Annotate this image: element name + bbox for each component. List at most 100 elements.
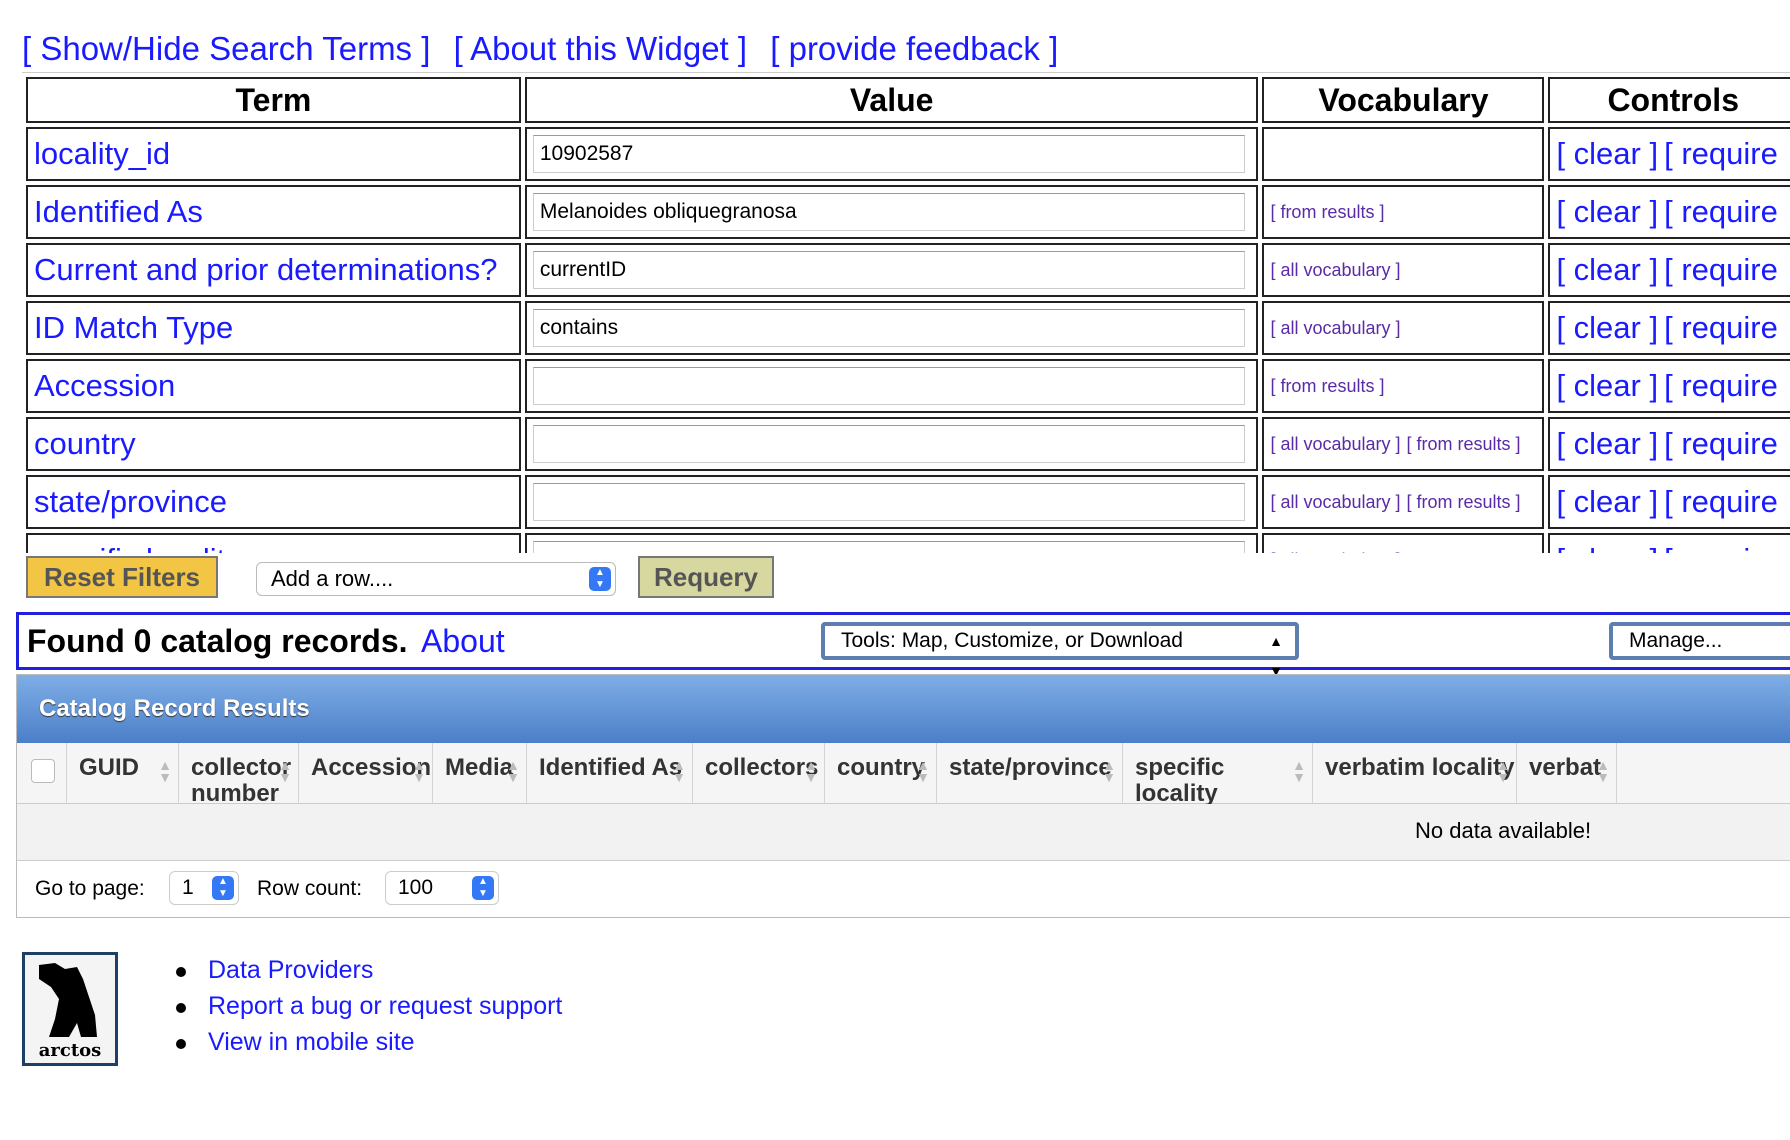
select-arrows-icon: ▲ ▼ [589,567,611,591]
term-value-input[interactable] [532,541,1245,553]
grid-column-header[interactable]: state/province ▲ ▼ [937,743,1123,803]
sort-icon: ▲ ▼ [1292,757,1306,785]
term-link[interactable]: country [34,426,136,461]
search-term-row: locality_id [ clear ][ require [26,127,1790,181]
page-select[interactable]: 1 ▲ ▼ [169,871,239,905]
provide-feedback-link[interactable]: [ provide feedback ] [770,30,1058,67]
sort-icon: ▲ ▼ [804,757,818,785]
term-value-input[interactable] [532,483,1245,521]
requery-button[interactable]: Requery [638,556,774,598]
term-link[interactable]: Identified As [34,194,203,229]
controls-header: Controls [1548,77,1790,123]
add-row-select[interactable]: Add a row.... ▲ ▼ [256,562,616,596]
data-providers-link[interactable]: Data Providers [208,956,373,984]
vocabulary-link[interactable]: [ from results ] [1407,434,1521,454]
grid-column-header[interactable]: specific locality ▲ ▼ [1123,743,1313,807]
term-cell: locality_id [26,127,521,181]
term-link[interactable]: specific locality [34,542,241,553]
require-link[interactable]: [ require [1664,136,1778,171]
vocabulary-link[interactable]: [ from results ] [1407,492,1521,512]
show-hide-search-terms-link[interactable]: [ Show/Hide Search Terms ] [22,30,430,67]
term-link[interactable]: Current and prior determinations? [34,252,498,287]
term-link[interactable]: Accession [34,368,175,403]
term-link[interactable]: locality_id [34,136,170,171]
column-label: specific locality [1135,754,1225,807]
require-link[interactable]: [ require [1664,368,1778,403]
vocabulary-cell: [ all vocabulary ] [ from results ] [1262,475,1545,529]
grid-column-header[interactable]: country ▲ ▼ [825,743,937,803]
grid-column-header[interactable]: Media ▲ ▼ [433,743,527,803]
term-value-input[interactable] [532,251,1245,289]
value-cell [524,475,1259,529]
clear-link[interactable]: [ clear ] [1556,484,1658,519]
footer-link-item: Data Providers [176,956,562,992]
vocabulary-cell: [ all vocabulary ] [1262,301,1545,355]
column-label: Media [445,754,514,781]
grid-column-header[interactable]: Identified As ▲ ▼ [527,743,693,803]
sort-icon: ▲ ▼ [916,757,930,785]
search-term-row: Accession [ from results ] [ clear ][ requ… [26,359,1790,413]
term-link[interactable]: state/province [34,484,227,519]
vocabulary-link[interactable]: [ all vocabulary ] [1270,318,1400,338]
term-value-input[interactable] [532,367,1245,405]
vocabulary-link[interactable]: [ all vocabulary ] [1270,260,1400,280]
results-summary-bar: Found 0 catalog records. About Tools: Ma… [16,612,1790,679]
report-bug-link[interactable]: Report a bug or request support [208,992,562,1020]
manage-select[interactable]: Manage... [1609,622,1790,660]
term-value-input[interactable] [532,309,1245,347]
vocabulary-cell [1262,127,1545,181]
clear-link[interactable]: [ clear ] [1556,194,1658,229]
term-value-input[interactable] [532,135,1245,173]
search-term-row: state/province [ all vocabulary ] [ from r… [26,475,1790,529]
vocabulary-link[interactable]: [ from results ] [1270,202,1384,222]
sort-icon: ▲ ▼ [278,757,292,785]
grid-column-header[interactable]: verbatim locality ▲ ▼ [1313,743,1517,803]
term-link[interactable]: ID Match Type [34,310,233,345]
grid-column-header[interactable]: collectors ▲ ▼ [693,743,825,803]
mobile-site-link[interactable]: View in mobile site [208,1028,415,1056]
clear-link[interactable]: [ clear ] [1556,368,1658,403]
require-link[interactable]: [ require [1664,252,1778,287]
vocabulary-link[interactable]: [ from results ] [1270,376,1384,396]
clear-link[interactable]: [ clear ] [1556,136,1658,171]
value-header: Value [524,77,1259,123]
require-link[interactable]: [ require [1664,484,1778,519]
term-value-input[interactable] [532,193,1245,231]
controls-cell: [ clear ][ require [1548,475,1790,529]
controls-cell: [ clear ][ require [1548,301,1790,355]
controls-cell: [ clear ][ require [1548,359,1790,413]
select-all-checkbox[interactable] [31,759,55,783]
search-term-row: ID Match Type [ all vocabulary ] [ clear ]… [26,301,1790,355]
tools-select[interactable]: Tools: Map, Customize, or Download ▲ ▼ [821,622,1299,679]
clear-link[interactable]: [ clear ] [1556,310,1658,345]
sort-icon: ▲ ▼ [412,757,426,785]
add-row-select-value: Add a row.... [271,566,394,591]
column-label: Identified As [539,754,683,781]
vocabulary-link[interactable]: [ all vocabulary ] [1270,550,1400,554]
found-records-text: Found 0 catalog records. [27,623,408,659]
sort-icon: ▲ ▼ [1496,757,1510,785]
controls-cell: [ clear ][ require [1548,127,1790,181]
arctos-logo[interactable]: arctos [22,952,118,1066]
require-link[interactable]: [ require [1664,310,1778,345]
require-link[interactable]: [ require [1664,542,1778,553]
vocabulary-link[interactable]: [ all vocabulary ] [1270,434,1400,454]
about-results-link[interactable]: About [421,623,505,660]
grid-column-header[interactable]: Accession ▲ ▼ [299,743,433,803]
clear-link[interactable]: [ clear ] [1556,542,1658,553]
grid-column-header[interactable]: GUID ▲ ▼ [67,743,179,803]
row-count-select[interactable]: 100 ▲ ▼ [385,871,499,905]
arctos-logo-text: arctos [38,1040,102,1061]
about-widget-link[interactable]: [ About this Widget ] [454,30,748,67]
grid-column-header[interactable]: collector number ▲ ▼ [179,743,299,807]
require-link[interactable]: [ require [1664,426,1778,461]
clear-link[interactable]: [ clear ] [1556,252,1658,287]
vocabulary-cell: [ all vocabulary ] [1262,533,1545,554]
grid-column-header[interactable]: verbat ▲ ▼ [1517,743,1617,803]
value-cell [524,359,1259,413]
reset-filters-button[interactable]: Reset Filters [26,556,218,598]
clear-link[interactable]: [ clear ] [1556,426,1658,461]
term-value-input[interactable] [532,425,1245,463]
require-link[interactable]: [ require [1664,194,1778,229]
vocabulary-link[interactable]: [ all vocabulary ] [1270,492,1400,512]
